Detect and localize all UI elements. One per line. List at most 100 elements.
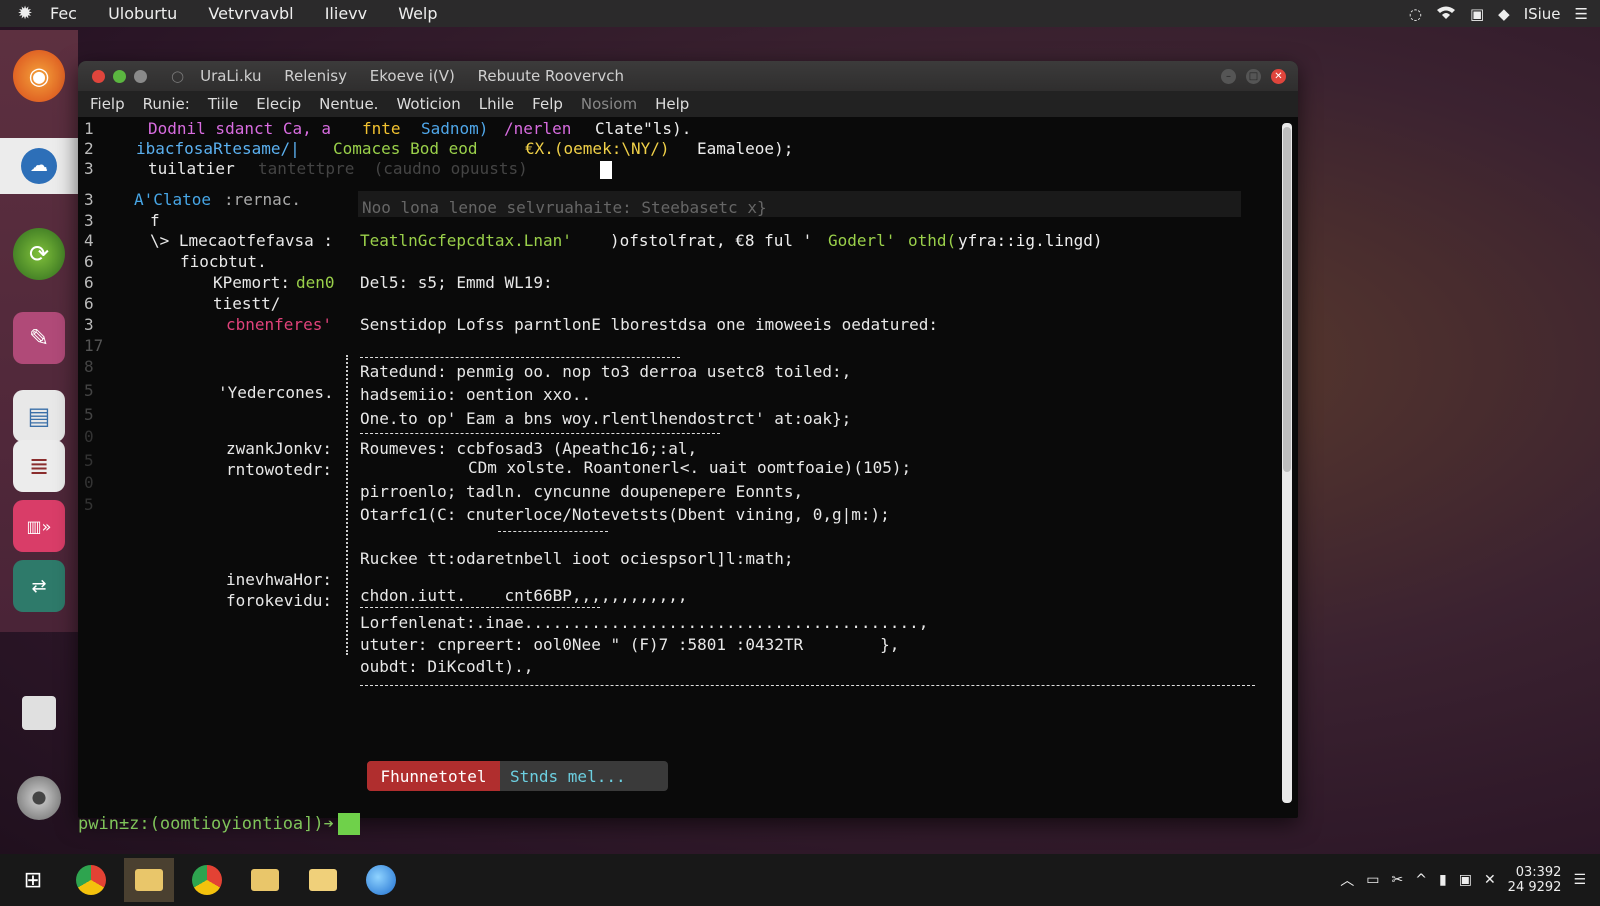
- firefox-icon[interactable]: ◉: [13, 50, 65, 102]
- code-text: \> Lmecaotfefavsa :: [150, 231, 334, 250]
- code-text: yfra::ig.lingd): [958, 231, 1103, 250]
- windows-start-icon[interactable]: ⊞: [8, 858, 58, 902]
- code-text: pirroenlo; tadln. cyncunne doupenepere E…: [360, 482, 804, 501]
- divider: [498, 531, 608, 532]
- clipboard-icon[interactable]: ▣: [1470, 5, 1484, 23]
- clock[interactable]: 03:392 24 9292: [1508, 865, 1562, 895]
- chevron-up-icon[interactable]: ︿: [1340, 870, 1354, 890]
- line-number: 6: [84, 273, 94, 292]
- menu-item[interactable]: Tiile: [208, 95, 238, 113]
- code-text: Del5: s5; Emmd WL19:: [360, 273, 553, 292]
- prompt-text: pwin±z:(oomtioyiontioa])➔: [78, 814, 334, 834]
- display-icon[interactable]: ▭: [1366, 872, 1379, 888]
- code-text: forokevidu:: [226, 591, 332, 610]
- wifi-icon[interactable]: [1436, 5, 1456, 23]
- maximize-icon[interactable]: □: [1246, 69, 1261, 84]
- maximize-dot-icon[interactable]: [113, 69, 126, 83]
- top-menu-item[interactable]: Vetvrvavbl: [208, 4, 293, 23]
- tab[interactable]: Ekoeve i(V): [370, 67, 455, 85]
- scrollbar-thumb[interactable]: [1283, 127, 1291, 472]
- close-icon[interactable]: ✕: [1271, 69, 1286, 84]
- menu-item[interactable]: Help: [655, 95, 689, 113]
- tab[interactable]: UraLi.ku: [200, 67, 261, 85]
- folder-icon[interactable]: [240, 858, 290, 902]
- code-text: Ratedund: penmig oo. nop to3 derroa uset…: [360, 362, 852, 381]
- menu-item[interactable]: Woticion: [396, 95, 460, 113]
- browser-icon[interactable]: [356, 858, 406, 902]
- clock-date: 24 9292: [1507, 880, 1562, 895]
- refresh-icon[interactable]: ⟳: [13, 228, 65, 280]
- settings-app-icon[interactable]: ⇄: [13, 560, 65, 612]
- top-menu-item[interactable]: Ilievv: [325, 4, 367, 23]
- terminal-body[interactable]: 1 2 3 3 3 4 6 6 6 3 17 8 5 5 0 5 0 5 Dod…: [78, 117, 1298, 818]
- top-menu-item[interactable]: Fec: [50, 4, 77, 23]
- line-number: 6: [84, 294, 94, 313]
- tab[interactable]: Relenisy: [284, 67, 347, 85]
- system-logo-icon[interactable]: ✹: [0, 3, 50, 24]
- code-text: Senstidop Lofss parntlonE lborestdsa one…: [360, 315, 938, 334]
- vertical-scrollbar[interactable]: [1282, 123, 1292, 803]
- code-text: Goderl': [828, 231, 896, 250]
- menu-item[interactable]: Elecip: [256, 95, 301, 113]
- circle-icon: ○: [171, 67, 185, 85]
- code-text: cbnenferes': [226, 315, 332, 334]
- dock-active-app-icon[interactable]: ☁: [0, 138, 78, 194]
- network-icon[interactable]: ✕: [1484, 872, 1496, 888]
- battery-icon[interactable]: ▮: [1439, 872, 1447, 888]
- folder-icon[interactable]: [298, 858, 348, 902]
- menu-item[interactable]: Fielp: [90, 95, 125, 113]
- status-pill[interactable]: Fhunnetotel Stnds mel...: [367, 761, 668, 791]
- code-text: den0: [296, 273, 335, 292]
- menu-item[interactable]: Lhile: [479, 95, 514, 113]
- text-editor-icon[interactable]: ✎: [13, 312, 65, 364]
- menu-item[interactable]: Nosiom: [581, 95, 637, 113]
- line-number: 3: [84, 190, 94, 209]
- image-viewer-icon[interactable]: ▤: [13, 390, 65, 442]
- code-text: 'Yedercones.: [218, 383, 334, 402]
- code-text: chdon.iutt. cnt66BP,,,,,,,,,,,,: [360, 586, 688, 605]
- code-text: Comaces Bod eod: [333, 139, 478, 158]
- chrome-icon[interactable]: [182, 858, 232, 902]
- code-text: f: [150, 211, 160, 230]
- hamburger-icon[interactable]: ☰: [1575, 5, 1588, 23]
- chrome-icon[interactable]: [66, 858, 116, 902]
- code-text: Dodnil sdanct Ca, a: [148, 119, 332, 138]
- disc-icon[interactable]: [0, 776, 78, 820]
- top-menu-item[interactable]: Welp: [398, 4, 437, 23]
- code-text: Eamaleoe);: [697, 139, 794, 158]
- code-text: inevhwaHor:: [226, 570, 332, 589]
- clock-time: 03:392: [1515, 865, 1562, 880]
- code-text: KPemort:: [213, 273, 291, 292]
- launcher-dock: ◉ ☁ ⟳ ✎ ▤ ≣ ▥» ⇄: [0, 30, 78, 632]
- keyboard-icon[interactable]: ▣: [1459, 872, 1472, 888]
- files-icon[interactable]: [0, 696, 78, 730]
- code-text: fnte: [362, 119, 401, 138]
- chevron-up-icon[interactable]: ^: [1415, 872, 1427, 888]
- top-menu-item[interactable]: Uloburtu: [108, 4, 177, 23]
- code-text: othd(: [908, 231, 957, 250]
- close-dot-icon[interactable]: [92, 69, 105, 83]
- terminal-app-icon[interactable]: ▥»: [13, 500, 65, 552]
- minimize-dot-icon[interactable]: [134, 69, 147, 83]
- divider: [360, 685, 1255, 686]
- shield-icon[interactable]: ◆: [1498, 5, 1510, 23]
- shell-prompt[interactable]: pwin±z:(oomtioyiontioa])➔: [78, 813, 360, 835]
- menu-item[interactable]: Nentue.: [319, 95, 378, 113]
- notifications-icon[interactable]: ☰: [1573, 872, 1586, 888]
- tools-icon[interactable]: ✂: [1392, 872, 1404, 888]
- network-icon[interactable]: ◌: [1409, 5, 1422, 23]
- code-text: CDm xolste. Roantonerl<. uait oomtfoaie)…: [468, 458, 912, 477]
- menu-item[interactable]: Felp: [532, 95, 563, 113]
- line-number: 5: [84, 495, 94, 514]
- line-number: 5: [84, 405, 94, 424]
- line-number: 6: [84, 252, 94, 271]
- line-number: 1: [84, 119, 94, 138]
- minimize-icon[interactable]: –: [1221, 69, 1236, 84]
- menu-item[interactable]: Runie:: [143, 95, 190, 113]
- tab[interactable]: Rebuute Roovervch: [478, 67, 624, 85]
- file-explorer-icon[interactable]: [124, 858, 174, 902]
- tray-label[interactable]: ISiue: [1524, 5, 1561, 23]
- code-text: tuilatier: [148, 159, 235, 178]
- document-icon[interactable]: ≣: [13, 440, 65, 492]
- line-number: 3: [84, 159, 94, 178]
